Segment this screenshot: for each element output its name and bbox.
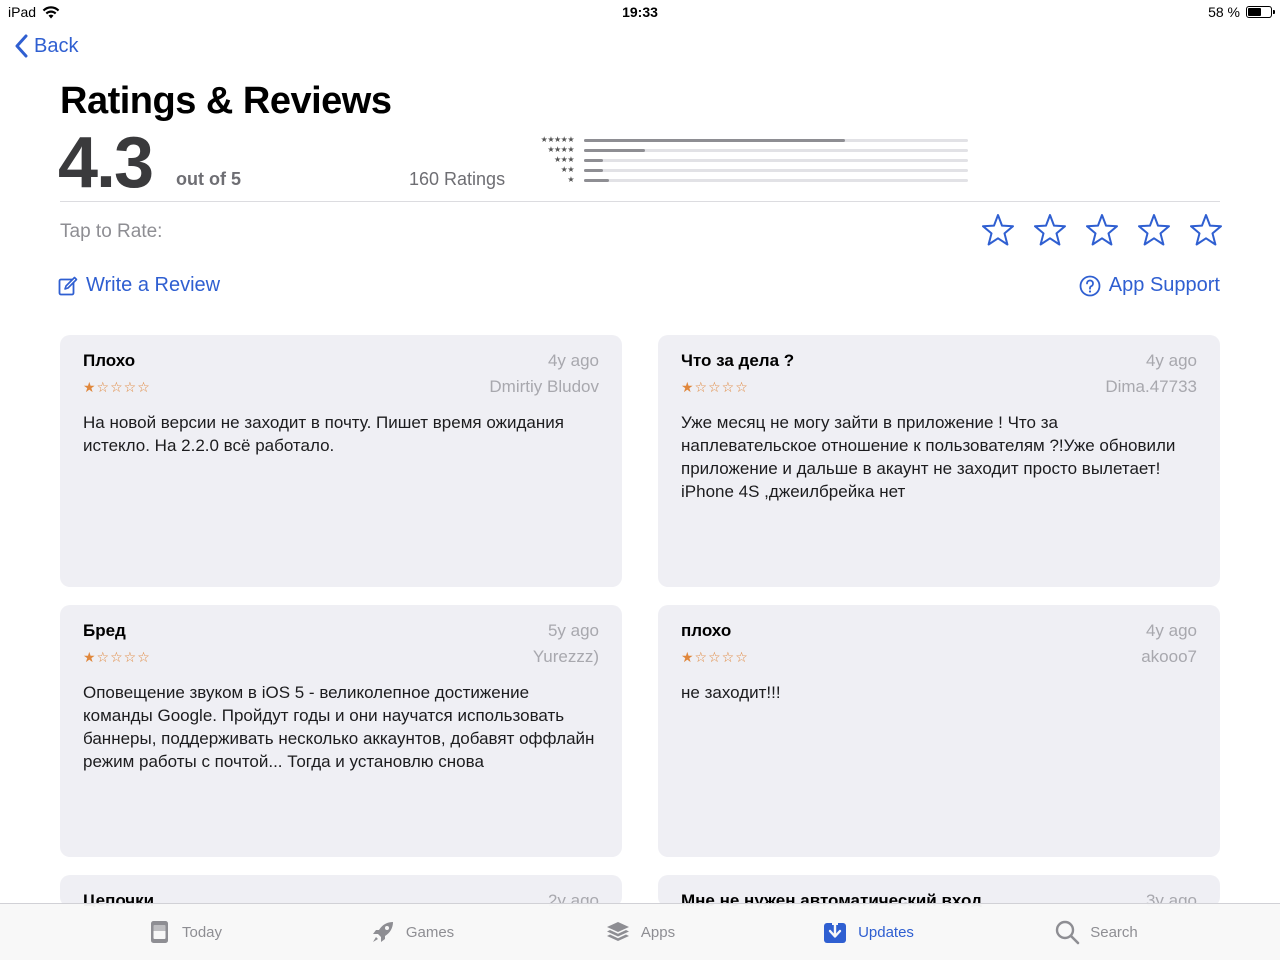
histogram-bar [584,168,604,172]
back-button[interactable]: Back [14,34,78,58]
histogram-row: ★★ [532,165,982,175]
rate-star-4[interactable] [1138,213,1170,247]
rating-histogram: ★★★★★ ★★★★ ★★★ ★★ ★ [532,135,982,185]
review-title: плохо [681,621,732,640]
histogram-stars: ★ [567,175,574,184]
tab-bar: Today Games Apps Updates Search [0,903,1280,960]
review-stars: ★☆☆☆☆ [681,378,749,395]
today-icon [150,921,168,943]
histogram-row: ★ [532,175,982,185]
chevron-left-icon [15,34,28,58]
tab-label: Games [405,923,455,941]
tab-updates[interactable]: Updates [754,904,982,960]
review-body: Оповещение звуком в iOS 5 - великолепное… [83,683,595,771]
histogram-row: ★★★ [532,155,982,165]
app-support-link[interactable]: App Support [1079,274,1220,297]
review-author: Yurezzz) [532,647,599,666]
tab-label: Today [181,923,223,941]
review-date: 4y ago [547,351,599,370]
review-author: akooo7 [1141,647,1197,666]
out-of-label: out of 5 [176,169,241,189]
rate-star-2[interactable] [1034,213,1066,247]
histogram-stars: ★★★ [553,155,575,164]
histogram-track [584,158,968,162]
review-body: На новой версии не заходит в почту. Пише… [83,413,564,455]
rocket-icon [372,922,393,942]
rate-star-3[interactable] [1086,213,1118,247]
review-card[interactable]: Что за дела ? 4y ago ★☆☆☆☆ Dima.47733 Уж… [658,335,1220,587]
review-date: 5y ago [547,621,599,640]
histogram-track [584,138,968,142]
star-outline-icon [982,214,1014,246]
histogram-row: ★★★★ [532,145,982,155]
review-stars: ★☆☆☆☆ [83,648,151,665]
write-review-link[interactable]: Write a Review [58,274,220,297]
compose-icon [58,276,78,295]
histogram-bar [584,148,646,152]
status-bar: iPad 19:33 58 % [0,0,1280,24]
tap-to-rate-label: Tap to Rate: [60,221,163,242]
average-score: 4.3 [58,123,154,203]
status-time: 19:33 [622,4,658,20]
review-card[interactable]: Бред 5y ago ★☆☆☆☆ Yurezzz) Оповещение зв… [60,605,622,857]
tab-today[interactable]: Today [70,904,298,960]
star-outline-icon [1034,214,1066,246]
review-date: 4y ago [1145,351,1197,370]
star-outline-icon [1190,214,1222,246]
review-title: Плохо [83,351,136,370]
histogram-bar [584,178,609,182]
page-title: Ratings & Reviews [60,80,392,122]
histogram-bar [584,158,604,162]
review-stars: ★☆☆☆☆ [681,648,749,665]
histogram-track [584,168,968,172]
review-date: 4y ago [1145,621,1197,640]
rate-stars [982,213,1222,247]
review-body: Уже месяц не могу зайти в приложение ! Ч… [681,413,1176,501]
search-icon [1056,920,1080,945]
star-outline-icon [1086,214,1118,246]
review-author: Dima.47733 [1105,377,1197,396]
question-circle-icon [1079,275,1101,296]
review-card[interactable]: Плохо 4y ago ★☆☆☆☆ Dmirtiy Bludov На нов… [60,335,622,587]
app-support-label: App Support [1108,274,1220,296]
battery-percent: 58 % [1208,4,1240,20]
histogram-track [584,148,968,152]
tab-label: Updates [858,923,914,941]
histogram-stars: ★★★★ [547,145,574,154]
layers-icon [606,922,629,941]
battery-icon [1246,6,1275,18]
divider [60,201,1220,202]
back-label: Back [34,34,79,57]
download-icon [824,919,847,943]
histogram-track [584,178,968,182]
tab-label: Apps [640,923,676,941]
review-author: Dmirtiy Bludov [489,377,599,396]
review-stars: ★☆☆☆☆ [83,378,151,395]
review-title: Бред [83,621,126,640]
histogram-bar [584,138,846,142]
rate-star-1[interactable] [982,213,1014,247]
review-body: не заходит!!! [681,683,781,702]
battery-level [1248,8,1261,16]
ratings-count: 160 Ratings [409,169,506,189]
review-title: Что за дела ? [681,351,795,370]
tab-games[interactable]: Games [298,904,526,960]
star-outline-icon [1138,214,1170,246]
tab-search[interactable]: Search [982,904,1210,960]
tab-label: Search [1090,923,1138,941]
review-card[interactable]: плохо 4y ago ★☆☆☆☆ akooo7 не заходит!!! [658,605,1220,857]
rate-star-5[interactable] [1190,213,1222,247]
write-review-label: Write a Review [86,274,221,296]
histogram-stars: ★★★★★ [540,135,575,144]
tab-apps[interactable]: Apps [526,904,754,960]
histogram-row: ★★★★★ [532,135,982,145]
status-right: 58 % [1208,4,1275,20]
histogram-stars: ★★ [560,165,575,174]
